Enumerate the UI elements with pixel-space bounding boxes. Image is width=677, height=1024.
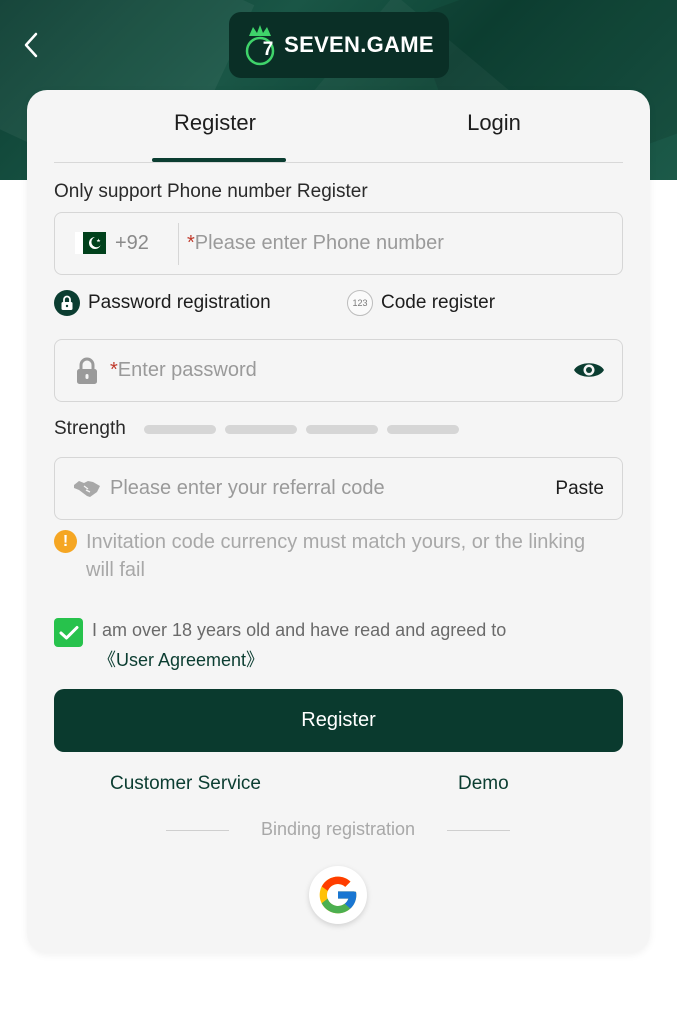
strength-bar xyxy=(225,425,297,434)
back-button[interactable] xyxy=(14,28,48,62)
strength-bar xyxy=(144,425,216,434)
password-registration-label: Password registration xyxy=(88,292,271,313)
handshake-icon xyxy=(74,481,100,497)
google-icon xyxy=(319,876,357,914)
strength-bar xyxy=(306,425,378,434)
strength-label: Strength xyxy=(54,418,126,439)
password-strength: Strength xyxy=(54,417,623,443)
register-button[interactable]: Register xyxy=(54,689,623,752)
phone-field[interactable]: +92 *Please enter Phone number xyxy=(54,212,623,275)
lock-icon xyxy=(77,357,97,384)
app-logo: 7 SEVEN.GAME xyxy=(229,12,449,78)
user-agreement-link[interactable]: 《User Agreement》 xyxy=(98,646,264,672)
auth-tabs: Register Login xyxy=(54,90,623,163)
warning-text: Invitation code currency must match your… xyxy=(86,531,586,581)
agreement-text: I am over 18 years old and have read and… xyxy=(92,620,507,640)
country-code-selector[interactable]: +92 xyxy=(115,232,149,255)
code-register-option[interactable]: 123 Code register xyxy=(347,290,495,316)
check-icon xyxy=(59,625,78,639)
agreement-checkbox[interactable] xyxy=(54,618,83,647)
number-code-icon: 123 xyxy=(347,290,373,316)
warning-icon: ! xyxy=(54,530,77,553)
referral-field[interactable]: Please enter your referral code Paste xyxy=(54,457,623,520)
strength-bar xyxy=(387,425,459,434)
password-field[interactable]: *Enter password xyxy=(54,339,623,402)
customer-service-link[interactable]: Customer Service xyxy=(110,773,261,795)
chevron-left-icon xyxy=(24,32,38,58)
lock-icon xyxy=(54,290,80,316)
register-card: Register Login Only support Phone number… xyxy=(27,90,650,953)
paste-button[interactable]: Paste xyxy=(555,478,604,500)
code-register-label: Code register xyxy=(381,292,496,313)
pakistan-flag-icon xyxy=(75,232,106,254)
demo-link[interactable]: Demo xyxy=(458,773,509,795)
active-tab-indicator xyxy=(152,158,286,162)
phone-input[interactable]: *Please enter Phone number xyxy=(187,232,444,255)
password-registration-option[interactable]: Password registration xyxy=(54,290,271,316)
tab-login[interactable]: Login xyxy=(424,110,564,136)
support-text: Only support Phone number Register xyxy=(54,181,368,202)
google-login-button[interactable] xyxy=(309,866,367,924)
binding-registration-divider: Binding registration xyxy=(166,819,510,843)
logo-badge: 7 xyxy=(262,39,274,60)
password-input[interactable]: *Enter password xyxy=(110,359,257,382)
eye-icon[interactable] xyxy=(572,357,606,383)
logo-text: SEVEN.GAME xyxy=(284,32,434,57)
registration-options: Password registration 123 Code register xyxy=(54,290,623,324)
referral-code-input[interactable]: Please enter your referral code xyxy=(110,477,385,500)
tab-register[interactable]: Register xyxy=(148,110,282,136)
